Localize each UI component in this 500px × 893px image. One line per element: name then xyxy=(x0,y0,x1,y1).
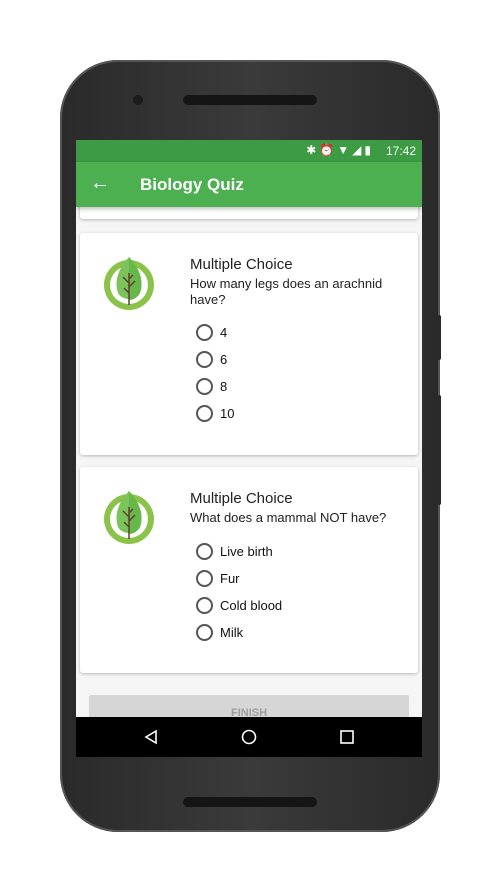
page-title: Biology Quiz xyxy=(140,175,244,194)
question-card: Multiple Choice How many legs does an ar… xyxy=(80,233,418,455)
arrow-left-icon[interactable]: ← xyxy=(90,172,110,195)
radio-icon[interactable] xyxy=(196,543,213,560)
radio-icon[interactable] xyxy=(196,597,213,614)
option-radio[interactable]: Live birth xyxy=(196,543,273,560)
question-text: What does a mammal NOT have? xyxy=(190,510,387,525)
recents-square-icon[interactable] xyxy=(339,729,355,745)
radio-icon[interactable] xyxy=(196,624,213,641)
volume-button xyxy=(437,315,441,360)
option-radio[interactable]: Cold blood xyxy=(196,597,282,614)
navigation-bar xyxy=(76,717,422,757)
question-type: Multiple Choice xyxy=(190,256,293,273)
option-radio[interactable]: 8 xyxy=(196,378,227,395)
option-label: Live birth xyxy=(220,544,273,559)
screen: ✱⏰▼◢▮ 17:42 ← Biology Quiz Multiple Choi… xyxy=(76,140,422,757)
power-button xyxy=(437,395,441,505)
option-label: 4 xyxy=(220,325,228,340)
radio-icon[interactable] xyxy=(196,324,213,341)
option-label: Fur xyxy=(220,571,240,586)
option-label: 10 xyxy=(220,406,235,421)
leaf-tree-icon xyxy=(104,491,154,544)
radio-icon[interactable] xyxy=(196,570,213,587)
option-label: 6 xyxy=(220,352,228,367)
radio-icon[interactable] xyxy=(196,378,213,395)
option-radio[interactable]: 10 xyxy=(196,405,234,422)
leaf-tree-icon xyxy=(104,257,154,310)
option-radio[interactable]: 4 xyxy=(196,324,227,341)
option-label: Milk xyxy=(220,625,244,640)
question-text: How many legs does an arachnid have? xyxy=(190,276,383,307)
question-card: Multiple Choice What does a mammal NOT h… xyxy=(80,467,418,673)
option-label: Cold blood xyxy=(220,598,283,613)
status-time: 17:42 xyxy=(385,144,416,158)
option-label: 8 xyxy=(220,379,228,394)
option-radio[interactable]: Fur xyxy=(196,570,240,587)
app-bar: ← Biology Quiz xyxy=(76,162,422,207)
back-triangle-icon[interactable] xyxy=(143,729,159,745)
option-radio[interactable]: 6 xyxy=(196,351,227,368)
status-icons: ✱⏰▼◢▮ xyxy=(306,143,374,157)
radio-icon[interactable] xyxy=(196,351,213,368)
question-type: Multiple Choice xyxy=(190,490,293,507)
status-bar: ✱⏰▼◢▮ 17:42 xyxy=(76,140,422,162)
option-radio[interactable]: Milk xyxy=(196,624,243,641)
radio-icon[interactable] xyxy=(196,405,213,422)
top-speaker xyxy=(183,95,317,105)
home-circle-icon[interactable] xyxy=(241,729,257,745)
bottom-speaker xyxy=(183,797,317,807)
front-camera xyxy=(133,95,143,105)
